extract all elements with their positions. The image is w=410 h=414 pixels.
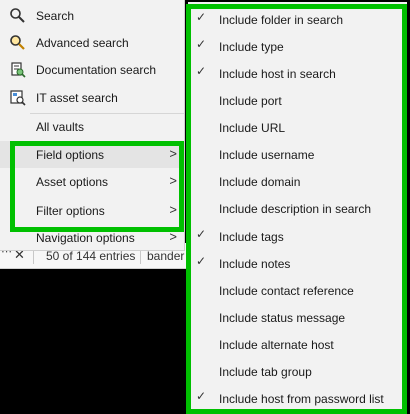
menu-item-label: Include description in search: [219, 202, 372, 216]
menu-item-label: Include type: [219, 40, 284, 54]
menu-item-include-contact-reference[interactable]: Include contact reference: [188, 276, 407, 303]
menu-item-label: Navigation options: [36, 231, 135, 245]
menu-item-label: Include host from password list: [219, 392, 384, 406]
check-icon: ✓: [196, 64, 207, 78]
menu-item-filter-options[interactable]: Filter options >: [0, 197, 184, 224]
menu-item-include-notes[interactable]: ✓ Include notes: [188, 249, 407, 276]
menu-item-navigation-options[interactable]: Navigation options >: [0, 224, 184, 251]
menu-item-label: Filter options: [36, 204, 105, 218]
menu-item-include-username[interactable]: Include username: [188, 140, 407, 167]
menu-item-label: Include notes: [219, 257, 291, 271]
menu-item-label: Include host in search: [219, 67, 336, 81]
menu-item-label: Include domain: [219, 175, 301, 189]
menu-item-label: Include alternate host: [219, 338, 334, 352]
menu-item-label: Include status message: [219, 311, 346, 325]
menu-item-label: Include folder in search: [219, 13, 344, 27]
menu-item-include-host-from-password-list[interactable]: ✓ Include host from password list: [188, 384, 407, 411]
it-asset-search-icon: [10, 90, 26, 106]
check-icon: ✓: [196, 10, 207, 24]
menu-item-label: Field options: [36, 148, 105, 162]
menu-item-label: Asset options: [36, 175, 109, 189]
menu-item-include-domain[interactable]: Include domain: [188, 167, 407, 194]
check-icon: ✓: [196, 389, 207, 403]
menu-item-label: Advanced search: [36, 36, 129, 50]
documentation-search-icon: [11, 62, 26, 78]
menu-item-asset-options[interactable]: Asset options >: [0, 168, 184, 195]
chevron-right-icon: >: [169, 146, 177, 161]
check-icon: ✓: [196, 254, 207, 268]
menu-item-label: Search: [36, 9, 75, 23]
menu-item-label: Include port: [219, 94, 282, 108]
menu-item-label: Include username: [219, 148, 315, 162]
menu-item-label: All vaults: [36, 120, 85, 134]
menu-item-label: IT asset search: [36, 91, 118, 105]
menu-item-include-tags[interactable]: ✓ Include tags: [188, 222, 407, 249]
menu-item-field-options[interactable]: Field options >: [0, 141, 184, 168]
check-icon: ✓: [196, 37, 207, 51]
menu-item-label: Include contact reference: [219, 284, 354, 298]
menu-item-include-type[interactable]: ✓ Include type: [188, 32, 407, 59]
menu-item-include-host[interactable]: ✓ Include host in search: [188, 59, 407, 86]
menu-item-advanced-search[interactable]: Advanced search: [0, 29, 184, 56]
advanced-search-icon: [10, 35, 25, 50]
menu-item-include-alternate-host[interactable]: Include alternate host: [188, 330, 407, 357]
search-options-menu: Search Advanced search Documentation sea…: [0, 0, 185, 251]
chevron-right-icon: >: [169, 173, 177, 188]
menu-item-label: Include tags: [219, 230, 284, 244]
magnifier-icon: [10, 8, 25, 23]
menu-item-all-vaults[interactable]: All vaults: [0, 113, 184, 140]
menu-item-include-folder[interactable]: ✓ Include folder in search: [188, 5, 407, 32]
column-text: bander: [147, 249, 185, 263]
menu-item-include-tab-group[interactable]: Include tab group: [188, 357, 407, 384]
entries-count: 50 of 144 entries: [46, 249, 136, 263]
menu-item-include-url[interactable]: Include URL: [188, 113, 407, 140]
menu-item-label: Include tab group: [219, 365, 312, 379]
chevron-right-icon: >: [169, 202, 177, 217]
menu-item-documentation-search[interactable]: Documentation search: [0, 56, 184, 83]
menu-item-include-status-message[interactable]: Include status message: [188, 303, 407, 330]
check-icon: ✓: [196, 227, 207, 241]
menu-item-search[interactable]: Search: [0, 2, 184, 29]
menu-item-label: Documentation search: [36, 63, 157, 77]
menu-item-include-port[interactable]: Include port: [188, 86, 407, 113]
menu-item-it-asset-search[interactable]: IT asset search: [0, 84, 184, 111]
field-options-submenu: ✓ Include folder in search ✓ Include typ…: [188, 2, 407, 414]
menu-item-include-description[interactable]: Include description in search: [188, 194, 407, 221]
menu-item-label: Include URL: [219, 121, 286, 135]
chevron-right-icon: >: [169, 229, 177, 244]
